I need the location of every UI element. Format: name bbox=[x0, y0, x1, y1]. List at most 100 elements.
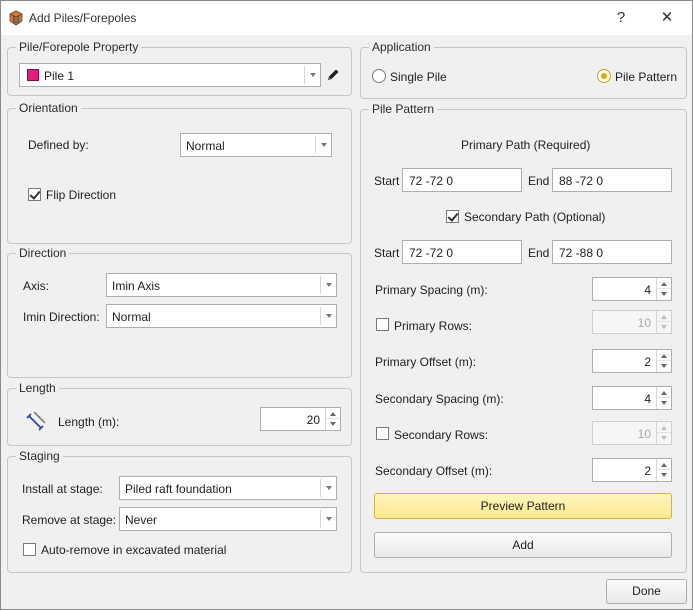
defined-by-select[interactable]: Normal bbox=[180, 133, 332, 157]
imin-direction-label: Imin Direction: bbox=[23, 310, 100, 324]
single-pile-radio[interactable] bbox=[372, 69, 386, 83]
primary-spacing-value: 4 bbox=[644, 283, 651, 297]
secondary-start-value: 72 -72 0 bbox=[409, 246, 454, 260]
spinner-buttons bbox=[325, 408, 340, 430]
preview-pattern-button[interactable]: Preview Pattern bbox=[374, 493, 672, 519]
auto-remove-checkbox[interactable] bbox=[23, 543, 36, 556]
primary-spacing-label: Primary Spacing (m): bbox=[375, 283, 488, 297]
length-label: Length (m): bbox=[58, 415, 120, 429]
primary-offset-label: Primary Offset (m): bbox=[375, 355, 477, 369]
secondary-path-heading: Secondary Path (Optional) bbox=[464, 210, 606, 224]
spinner-buttons bbox=[656, 350, 671, 372]
primary-rows-checkbox[interactable] bbox=[376, 318, 389, 331]
window-title: Add Piles/Forepoles bbox=[29, 11, 137, 25]
primary-rows-spinner[interactable]: 10 bbox=[592, 310, 672, 334]
axis-value: Imin Axis bbox=[112, 279, 161, 293]
close-button[interactable]: ✕ bbox=[655, 7, 679, 29]
help-button[interactable]: ? bbox=[609, 7, 633, 29]
install-stage-value: Piled raft foundation bbox=[125, 482, 232, 496]
remove-stage-select[interactable]: Never bbox=[119, 507, 337, 531]
primary-start-value: 72 -72 0 bbox=[409, 174, 454, 188]
primary-offset-value: 2 bbox=[644, 355, 651, 369]
application-group: Application Single Pile Pile Pattern bbox=[360, 40, 687, 99]
secondary-end-label: End bbox=[528, 246, 550, 260]
secondary-start-label: Start bbox=[374, 246, 400, 260]
pile-pattern-group-label: Pile Pattern bbox=[369, 102, 438, 116]
chevron-down-icon bbox=[315, 136, 331, 154]
pencil-icon[interactable] bbox=[325, 67, 341, 83]
spin-down-button[interactable] bbox=[657, 289, 671, 300]
single-pile-label: Single Pile bbox=[390, 70, 447, 84]
spinner-buttons bbox=[656, 387, 671, 409]
remove-stage-label: Remove at stage: bbox=[22, 513, 117, 527]
pile-color-swatch bbox=[27, 69, 39, 81]
imin-direction-select[interactable]: Normal bbox=[106, 304, 337, 328]
secondary-spacing-spinner[interactable]: 4 bbox=[592, 386, 672, 410]
secondary-end-value: 72 -88 0 bbox=[559, 246, 604, 260]
secondary-rows-checkbox[interactable] bbox=[376, 427, 389, 440]
defined-by-value: Normal bbox=[186, 139, 225, 153]
flip-direction-label: Flip Direction bbox=[46, 188, 117, 202]
direction-group: Direction Axis: Imin Axis Imin Direction… bbox=[7, 246, 352, 378]
pile-pattern-radio[interactable] bbox=[597, 69, 611, 83]
remove-stage-value: Never bbox=[125, 513, 158, 527]
spinner-buttons bbox=[656, 459, 671, 481]
secondary-offset-value: 2 bbox=[644, 464, 651, 478]
install-stage-select[interactable]: Piled raft foundation bbox=[119, 476, 337, 500]
spin-down-button[interactable] bbox=[657, 361, 671, 372]
orientation-group-label: Orientation bbox=[16, 101, 81, 115]
flip-direction-checkbox[interactable] bbox=[28, 188, 41, 201]
done-button[interactable]: Done bbox=[606, 579, 687, 604]
spin-up-button[interactable] bbox=[657, 422, 671, 433]
install-stage-label: Install at stage: bbox=[22, 482, 103, 496]
secondary-rows-label: Secondary Rows: bbox=[394, 428, 489, 442]
spin-down-button[interactable] bbox=[657, 322, 671, 333]
axis-select[interactable]: Imin Axis bbox=[106, 273, 337, 297]
secondary-offset-spinner[interactable]: 2 bbox=[592, 458, 672, 482]
pile-pattern-group: Pile Pattern Primary Path (Required) Sta… bbox=[360, 102, 687, 573]
spin-down-button[interactable] bbox=[326, 419, 340, 430]
add-button[interactable]: Add bbox=[374, 532, 672, 558]
application-group-label: Application bbox=[369, 40, 434, 54]
orientation-group: Orientation Defined by: Normal Flip Dire… bbox=[7, 101, 352, 244]
spin-down-button[interactable] bbox=[657, 433, 671, 444]
secondary-rows-value: 10 bbox=[637, 427, 651, 441]
staging-group: Staging Install at stage: Piled raft fou… bbox=[7, 449, 352, 573]
secondary-path-checkbox[interactable] bbox=[446, 210, 459, 223]
chevron-down-icon bbox=[304, 66, 320, 84]
title-bar: Add Piles/Forepoles ? ✕ bbox=[1, 1, 692, 35]
pile-pattern-label: Pile Pattern bbox=[615, 70, 678, 84]
axis-label: Axis: bbox=[23, 279, 50, 293]
spin-up-button[interactable] bbox=[326, 408, 340, 419]
spin-up-button[interactable] bbox=[657, 350, 671, 361]
secondary-spacing-value: 4 bbox=[644, 392, 651, 406]
spin-down-button[interactable] bbox=[657, 470, 671, 481]
spin-up-button[interactable] bbox=[657, 459, 671, 470]
auto-remove-label: Auto-remove in excavated material bbox=[41, 543, 227, 557]
defined-by-label: Defined by: bbox=[28, 138, 89, 152]
primary-start-label: Start bbox=[374, 174, 400, 188]
length-value: 20 bbox=[306, 413, 320, 427]
primary-path-heading: Primary Path (Required) bbox=[461, 138, 591, 152]
secondary-rows-spinner[interactable]: 10 bbox=[592, 421, 672, 445]
secondary-start-input[interactable]: 72 -72 0 bbox=[402, 240, 522, 264]
primary-offset-spinner[interactable]: 2 bbox=[592, 349, 672, 373]
secondary-spacing-label: Secondary Spacing (m): bbox=[375, 392, 504, 406]
pile-app-icon bbox=[8, 10, 24, 26]
primary-start-input[interactable]: 72 -72 0 bbox=[402, 168, 522, 192]
spin-up-button[interactable] bbox=[657, 278, 671, 289]
spin-up-button[interactable] bbox=[657, 387, 671, 398]
spin-up-button[interactable] bbox=[657, 311, 671, 322]
spinner-buttons bbox=[656, 422, 671, 444]
length-spinner[interactable]: 20 bbox=[260, 407, 341, 431]
chevron-down-icon bbox=[320, 307, 336, 325]
primary-end-input[interactable]: 88 -72 0 bbox=[552, 168, 672, 192]
spin-down-button[interactable] bbox=[657, 398, 671, 409]
length-measure-icon bbox=[24, 409, 48, 433]
secondary-end-input[interactable]: 72 -88 0 bbox=[552, 240, 672, 264]
pile-property-value: Pile 1 bbox=[44, 69, 75, 83]
length-group-label: Length bbox=[16, 381, 59, 395]
chevron-down-icon bbox=[320, 479, 336, 497]
primary-spacing-spinner[interactable]: 4 bbox=[592, 277, 672, 301]
pile-property-select[interactable]: Pile 1 bbox=[19, 63, 321, 87]
